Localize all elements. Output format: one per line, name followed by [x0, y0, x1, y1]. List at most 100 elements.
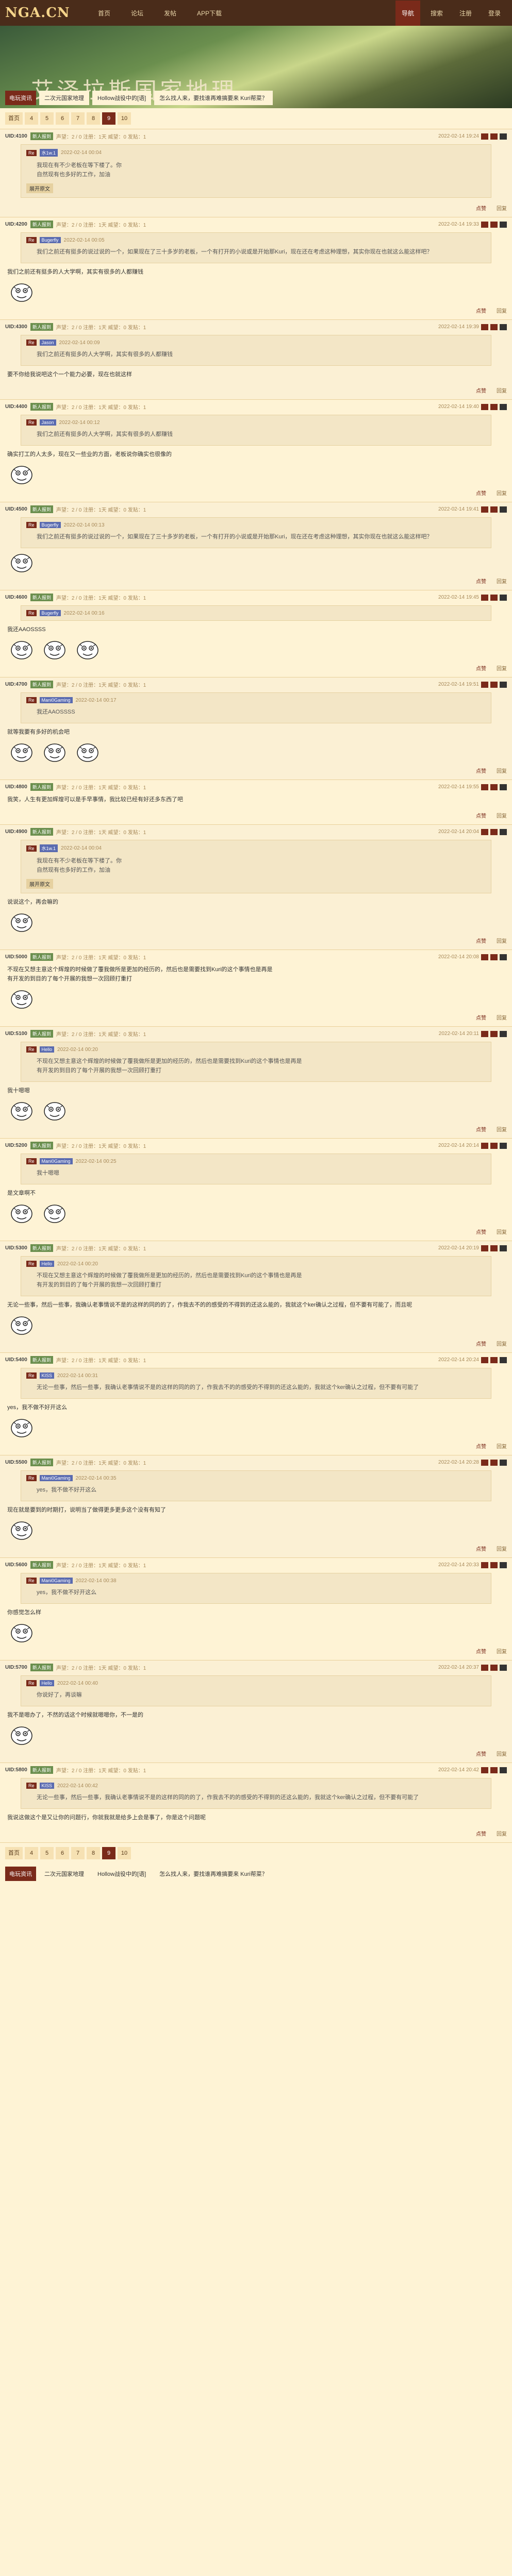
breadcrumb-item[interactable]: Hollow战役中的[语] [92, 91, 152, 105]
reply-button[interactable]: 回复 [497, 1013, 507, 1021]
more-action-icon[interactable] [500, 1357, 507, 1363]
page-link[interactable]: 5 [40, 1847, 54, 1859]
nav-login[interactable]: 登录 [482, 1, 507, 26]
quote-action-icon[interactable] [481, 1562, 488, 1568]
quoted-user[interactable]: Bugerfly [39, 237, 61, 243]
nav-post[interactable]: 发帖 [164, 9, 176, 18]
reply-action-icon[interactable] [490, 506, 498, 513]
expand-original-button[interactable]: 展开原文 [26, 879, 53, 889]
page-link[interactable]: 7 [71, 112, 85, 125]
post-author-uid[interactable]: UID:4900 [5, 829, 27, 835]
quote-action-icon[interactable] [481, 594, 488, 601]
quote-action-icon[interactable] [481, 506, 488, 513]
reply-button[interactable]: 回复 [497, 204, 507, 212]
breadcrumb-item[interactable]: 怎么找人来，要找谁再难搞要来 Kuri帮菜？ [154, 1867, 273, 1881]
reply-action-icon[interactable] [490, 1142, 498, 1149]
page-link[interactable]: 5 [40, 112, 54, 125]
quoted-user[interactable]: Hello [39, 1261, 55, 1267]
quoted-user[interactable]: KISS [39, 1372, 55, 1379]
post-author-uid[interactable]: UID:4600 [5, 595, 27, 600]
quoted-user[interactable]: Mani0Gaming [39, 1578, 73, 1584]
quote-action-icon[interactable] [481, 1459, 488, 1466]
reply-action-icon[interactable] [490, 1357, 498, 1363]
nav-home[interactable]: 首页 [98, 9, 110, 18]
quoted-user[interactable]: Hello [39, 1046, 55, 1053]
nav-forum[interactable]: 论坛 [131, 9, 143, 18]
more-action-icon[interactable] [500, 594, 507, 601]
reply-action-icon[interactable] [490, 1664, 498, 1671]
reply-action-icon[interactable] [490, 784, 498, 790]
nav-search[interactable]: 搜索 [424, 1, 449, 26]
post-author-uid[interactable]: UID:4800 [5, 784, 27, 790]
reply-button[interactable]: 回复 [497, 1545, 507, 1552]
reply-action-icon[interactable] [490, 828, 498, 835]
like-button[interactable]: 点赞 [476, 1125, 486, 1133]
page-link[interactable]: 10 [118, 1847, 131, 1859]
like-button[interactable]: 点赞 [476, 1545, 486, 1552]
like-button[interactable]: 点赞 [476, 664, 486, 672]
like-button[interactable]: 点赞 [476, 489, 486, 497]
quoted-user[interactable]: Jason [39, 340, 56, 346]
reply-action-icon[interactable] [490, 1459, 498, 1466]
quoted-user[interactable]: Mani0Gaming [39, 1158, 73, 1164]
quote-action-icon[interactable] [481, 954, 488, 960]
quoted-user[interactable]: 水1w.1 [39, 149, 58, 157]
more-action-icon[interactable] [500, 1767, 507, 1773]
reply-action-icon[interactable] [490, 403, 498, 410]
more-action-icon[interactable] [500, 1030, 507, 1037]
reply-action-icon[interactable] [490, 1767, 498, 1773]
like-button[interactable]: 点赞 [476, 811, 486, 819]
page-link[interactable]: 8 [87, 1847, 100, 1859]
breadcrumb-item[interactable]: 二次元国家地理 [39, 91, 89, 105]
page-link[interactable]: 首页 [5, 1847, 23, 1859]
nav-register[interactable]: 注册 [453, 1, 478, 26]
quote-action-icon[interactable] [481, 1030, 488, 1037]
page-link-current[interactable]: 9 [102, 112, 115, 125]
quoted-user[interactable]: Jason [39, 419, 56, 426]
like-button[interactable]: 点赞 [476, 307, 486, 314]
page-link-current[interactable]: 9 [102, 1847, 115, 1859]
quote-action-icon[interactable] [481, 828, 488, 835]
quote-action-icon[interactable] [481, 221, 488, 228]
post-author-uid[interactable]: UID:5200 [5, 1143, 27, 1148]
reply-button[interactable]: 回复 [497, 489, 507, 497]
reply-action-icon[interactable] [490, 324, 498, 330]
reply-button[interactable]: 回复 [497, 1125, 507, 1133]
reply-action-icon[interactable] [490, 681, 498, 688]
more-action-icon[interactable] [500, 1142, 507, 1149]
like-button[interactable]: 点赞 [476, 1750, 486, 1757]
reply-action-icon[interactable] [490, 594, 498, 601]
quote-action-icon[interactable] [481, 403, 488, 410]
like-button[interactable]: 点赞 [476, 577, 486, 585]
reply-action-icon[interactable] [490, 221, 498, 228]
post-author-uid[interactable]: UID:5700 [5, 1665, 27, 1670]
like-button[interactable]: 点赞 [476, 386, 486, 394]
like-button[interactable]: 点赞 [476, 204, 486, 212]
more-action-icon[interactable] [500, 1664, 507, 1671]
post-author-uid[interactable]: UID:4700 [5, 682, 27, 687]
post-author-uid[interactable]: UID:5800 [5, 1767, 27, 1773]
post-author-uid[interactable]: UID:4400 [5, 404, 27, 410]
page-link[interactable]: 7 [71, 1847, 85, 1859]
reply-action-icon[interactable] [490, 1030, 498, 1037]
page-link[interactable]: 6 [56, 112, 69, 125]
post-author-uid[interactable]: UID:5000 [5, 954, 27, 960]
reply-action-icon[interactable] [490, 954, 498, 960]
reply-action-icon[interactable] [490, 1562, 498, 1568]
reply-button[interactable]: 回复 [497, 1228, 507, 1235]
like-button[interactable]: 点赞 [476, 1340, 486, 1347]
like-button[interactable]: 点赞 [476, 1442, 486, 1450]
like-button[interactable]: 点赞 [476, 937, 486, 944]
breadcrumb-badge[interactable]: 电玩资讯 [5, 91, 36, 105]
post-author-uid[interactable]: UID:5100 [5, 1031, 27, 1037]
like-button[interactable]: 点赞 [476, 1647, 486, 1655]
quote-action-icon[interactable] [481, 133, 488, 140]
like-button[interactable]: 点赞 [476, 767, 486, 774]
reply-button[interactable]: 回复 [497, 1829, 507, 1837]
more-action-icon[interactable] [500, 403, 507, 410]
nav-navigation[interactable]: 导航 [395, 0, 420, 26]
reply-button[interactable]: 回复 [497, 811, 507, 819]
post-author-uid[interactable]: UID:5400 [5, 1357, 27, 1363]
post-author-uid[interactable]: UID:5300 [5, 1245, 27, 1251]
reply-button[interactable]: 回复 [497, 937, 507, 944]
